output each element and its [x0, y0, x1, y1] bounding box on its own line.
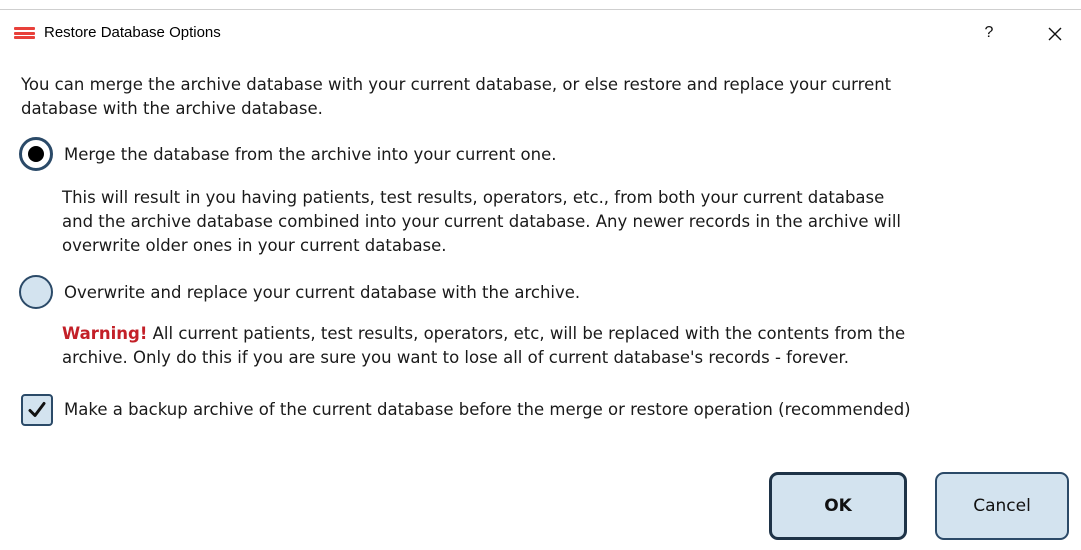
merge-desc-line-3: overwrite older ones in your current dat… — [62, 236, 447, 255]
close-icon — [1048, 27, 1062, 40]
merge-description: This will result in you having patients,… — [62, 186, 901, 258]
warning-line-2: archive. Only do this if you are sure yo… — [62, 348, 850, 367]
close-button[interactable] — [1040, 20, 1070, 46]
backup-checkbox[interactable] — [21, 394, 53, 426]
warning-line-1-text: All current patients, test results, oper… — [147, 324, 906, 343]
intro-line-1: You can merge the archive database with … — [21, 75, 892, 94]
checkmark-icon — [28, 402, 46, 417]
cancel-button[interactable]: Cancel — [935, 472, 1069, 540]
merge-radio[interactable] — [19, 137, 53, 171]
title-bar: Restore Database Options ? — [0, 10, 1081, 54]
overwrite-radio[interactable] — [19, 275, 53, 309]
ok-button[interactable]: OK — [769, 472, 907, 540]
radio-selected-dot — [28, 146, 44, 162]
backup-checkbox-label[interactable]: Make a backup archive of the current dat… — [64, 398, 911, 422]
overwrite-warning: Warning! All current patients, test resu… — [62, 322, 905, 370]
intro-text: You can merge the archive database with … — [21, 73, 891, 121]
warning-line-1: Warning! All current patients, test resu… — [62, 322, 905, 346]
app-menu-icon — [14, 27, 35, 39]
merge-desc-line-1: This will result in you having patients,… — [62, 188, 885, 207]
merge-option-label[interactable]: Merge the database from the archive into… — [64, 143, 557, 167]
warning-label: Warning! — [62, 324, 148, 343]
window-title: Restore Database Options — [44, 24, 221, 41]
intro-line-2: database with the archive database. — [21, 99, 323, 118]
overwrite-option-label[interactable]: Overwrite and replace your current datab… — [64, 281, 580, 305]
help-button[interactable]: ? — [976, 20, 1002, 46]
merge-desc-line-2: and the archive database combined into y… — [62, 212, 901, 231]
